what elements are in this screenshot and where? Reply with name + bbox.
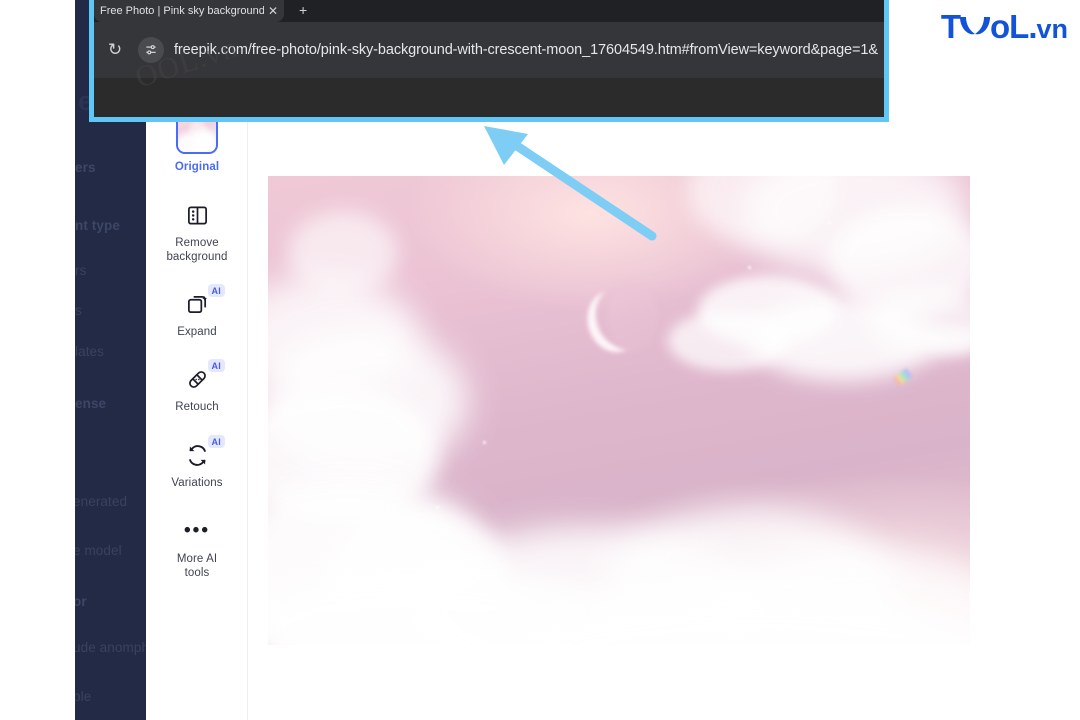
tool-label: Expand [177, 326, 217, 338]
ai-badge: AI [207, 284, 226, 297]
filter-label[interactable]: rs [75, 263, 86, 278]
filter-label[interactable]: e model [75, 543, 122, 558]
leaf-swoosh-icon [958, 8, 992, 46]
tool-variations[interactable]: AI Variations [146, 435, 248, 491]
browser-tab[interactable]: Free Photo | Pink sky background ✕ [94, 0, 284, 22]
browser-overlay-window: Free Photo | Pink sky background ✕ + ↻ f… [89, 0, 889, 122]
filter-label[interactable]: ude anomph [75, 640, 146, 655]
brand-suffix: vn [1036, 14, 1068, 44]
tool-retouch[interactable]: AI Retouch [146, 359, 248, 415]
plus-icon[interactable]: + [299, 2, 307, 18]
filter-label: nt type [75, 218, 120, 233]
remove-background-icon [186, 200, 209, 230]
tab-title: Free Photo | Pink sky background [100, 5, 264, 17]
tool-label: Original [174, 161, 220, 173]
filter-label: ers [75, 160, 96, 175]
bandage-icon: AI [186, 359, 226, 394]
filter-label[interactable]: enerated [75, 494, 127, 509]
url-text[interactable]: freepik.com/free-photo/pink-sky-backgrou… [174, 42, 878, 58]
tune-icon[interactable] [138, 37, 164, 63]
filter-label: ense [75, 396, 107, 411]
browser-omnibar: ↻ freepik.com/free-photo/pink-sky-backgr… [94, 22, 884, 78]
brand-text-right: oL [989, 8, 1029, 45]
annotation-arrow [484, 126, 657, 241]
tool-label: Variations [171, 477, 223, 489]
crescent-moon-mask [608, 282, 658, 352]
brand-dot: . [1028, 8, 1037, 45]
tool-label: More AI tools [176, 553, 218, 579]
close-icon[interactable]: ✕ [268, 4, 278, 18]
filter-label[interactable]: ple [75, 689, 91, 704]
tool-vn-logo: T oL . vn [941, 8, 1068, 46]
filter-label[interactable]: lates [75, 344, 104, 359]
browser-tabstrip: Free Photo | Pink sky background ✕ + [94, 0, 884, 22]
ai-badge: AI [207, 359, 226, 372]
tool-more-ai-tools[interactable]: ••• More AI tools [146, 516, 248, 580]
screen: ers nt type rs Pho s PSD lates ense ener… [0, 0, 1080, 720]
tool-label: Retouch [175, 401, 219, 413]
tool-label: Remove background [166, 237, 228, 263]
filter-label: or [75, 594, 87, 609]
expand-icon: AI [186, 284, 226, 319]
ellipsis-icon: ••• [184, 520, 210, 541]
refresh-icon: AI [186, 435, 226, 470]
filter-label[interactable]: s [75, 303, 82, 318]
tool-expand[interactable]: AI Expand [146, 284, 248, 340]
tool-remove-background[interactable]: Remove background [146, 200, 248, 264]
ai-badge: AI [207, 435, 226, 448]
reload-icon[interactable]: ↻ [103, 38, 127, 62]
address-bar[interactable]: freepik.com/free-photo/pink-sky-backgrou… [138, 32, 878, 68]
